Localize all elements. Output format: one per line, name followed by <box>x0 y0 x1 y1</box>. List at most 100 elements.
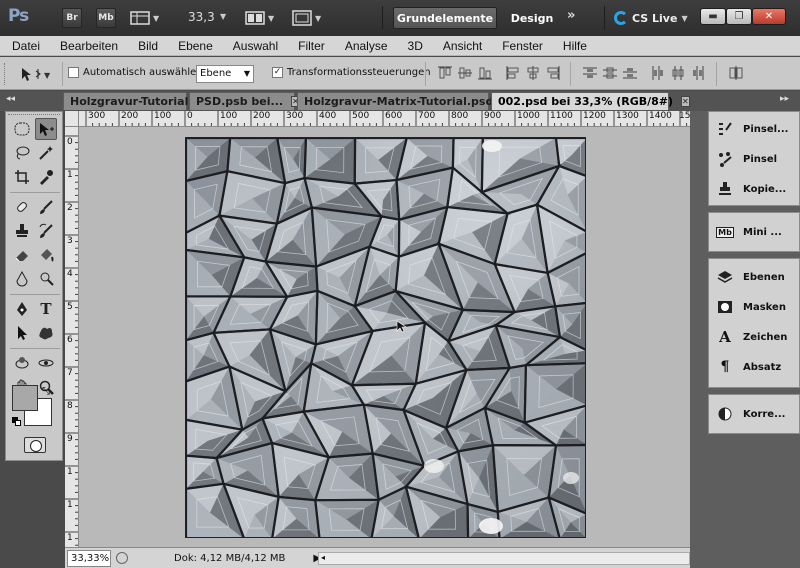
3d-orbit-tool-icon[interactable] <box>35 352 57 374</box>
tool-preset-picker[interactable]: ▼ <box>10 65 60 83</box>
menu-analyse[interactable]: Analyse <box>333 39 396 53</box>
view-extras-button[interactable]: ▼ <box>130 9 164 27</box>
menu-filter[interactable]: Filter <box>286 39 333 53</box>
more-workspaces-button[interactable]: » <box>567 8 575 23</box>
expand-panels-icon[interactable]: ▸▸ <box>780 94 789 104</box>
panel-clone-source[interactable]: Kopie... <box>709 174 799 204</box>
align-bottom-icon[interactable] <box>477 65 493 81</box>
auto-select-dropdown[interactable]: Ebene ▼ <box>196 65 254 83</box>
menu-ansicht[interactable]: Ansicht <box>431 39 490 53</box>
paint-bucket-tool-icon[interactable] <box>35 244 57 266</box>
align-right-icon[interactable] <box>545 65 561 81</box>
transform-controls-checkbox[interactable] <box>272 67 283 78</box>
move-tool-icon[interactable] <box>35 118 57 140</box>
pen-tool-icon[interactable] <box>11 298 33 320</box>
chevron-down-icon[interactable]: ▼ <box>220 12 226 21</box>
dodge-tool-icon[interactable] <box>35 268 57 290</box>
ruler-origin[interactable] <box>65 111 79 127</box>
zoom-field[interactable]: 33,33% <box>67 549 111 567</box>
menu-bild[interactable]: Bild <box>126 39 166 53</box>
minibridge-button[interactable]: Mb <box>96 8 116 28</box>
bridge-button[interactable]: Br <box>62 8 82 28</box>
divider <box>10 192 60 193</box>
distribute-horizontal-center-icon[interactable] <box>670 65 686 81</box>
menu-ebene[interactable]: Ebene <box>166 39 221 53</box>
magic-wand-tool-icon[interactable] <box>35 142 57 164</box>
menu-3d[interactable]: 3D <box>396 39 431 53</box>
panel-minibridge[interactable]: Mb Mini ... <box>709 217 799 247</box>
options-grip[interactable] <box>4 63 6 85</box>
swap-colors-icon[interactable]: ⤡ <box>42 386 50 397</box>
clone-stamp-tool-icon[interactable] <box>11 220 33 242</box>
healing-brush-tool-icon[interactable] <box>11 196 33 218</box>
panel-brushes[interactable]: Pinsel <box>709 144 799 174</box>
screen-mode-button[interactable]: ▼ <box>292 9 326 27</box>
ruler-horizontal[interactable]: 300 200 100 0 100 200 300 400 500 600 70… <box>65 111 690 127</box>
panel-label: Korre... <box>743 408 786 420</box>
distribute-top-icon[interactable] <box>582 65 598 81</box>
minimize-button[interactable]: ▬ <box>700 8 726 25</box>
close-window-button[interactable]: ✕ <box>752 8 786 25</box>
collapse-toolbox-icon[interactable]: ◂◂ <box>6 94 15 104</box>
document-artwork[interactable] <box>185 137 586 538</box>
ruler-label: 500 <box>352 111 370 121</box>
path-selection-tool-icon[interactable] <box>11 322 33 344</box>
default-colors-icon[interactable] <box>12 417 21 426</box>
distribute-right-icon[interactable] <box>690 65 706 81</box>
stone-texture-image <box>186 138 585 537</box>
marquee-tool-icon[interactable] <box>11 118 33 140</box>
history-brush-tool-icon[interactable] <box>35 220 57 242</box>
quick-mask-icon[interactable] <box>24 437 46 453</box>
auto-select-checkbox[interactable] <box>68 67 79 78</box>
cs-live-button[interactable]: CS Live ▼ <box>614 8 688 28</box>
panel-paragraph[interactable]: ¶ Absatz <box>709 352 799 382</box>
menu-datei[interactable]: Datei <box>0 39 48 53</box>
status-info-icon[interactable] <box>116 552 128 564</box>
divider <box>382 6 383 30</box>
lasso-tool-icon[interactable] <box>11 142 33 164</box>
custom-shape-tool-icon[interactable] <box>35 322 57 344</box>
auto-align-layers-icon[interactable] <box>728 65 744 81</box>
eraser-tool-icon[interactable] <box>11 244 33 266</box>
foreground-color-swatch[interactable] <box>12 385 38 411</box>
brush-tool-icon[interactable] <box>35 196 57 218</box>
panel-layers[interactable]: Ebenen <box>709 262 799 292</box>
tab-holzgravur-matrix-tutorial[interactable]: Holzgravur-Matrix-Tutorial.psd ✕ <box>297 92 511 110</box>
tab-holzgravur-tutorial[interactable]: Holzgravur-Tutorial ✕ <box>63 92 206 110</box>
menu-fenster[interactable]: Fenster <box>490 39 551 53</box>
scroll-left-icon[interactable]: ◂ <box>321 553 325 562</box>
crop-tool-icon[interactable] <box>11 166 33 188</box>
workspace-grundelemente-button[interactable]: Grundelemente <box>393 7 497 29</box>
close-icon[interactable]: ✕ <box>681 96 690 107</box>
align-horizontal-center-icon[interactable] <box>525 65 541 81</box>
blur-tool-icon[interactable] <box>11 268 33 290</box>
distribute-bottom-icon[interactable] <box>622 65 638 81</box>
auto-select-label: Automatisch auswählen: <box>83 67 206 78</box>
panel-masks[interactable]: Masken <box>709 292 799 322</box>
distribute-left-icon[interactable] <box>650 65 666 81</box>
align-vertical-center-icon[interactable] <box>457 65 473 81</box>
auto-select-option[interactable]: Automatisch auswählen: <box>68 67 206 78</box>
panel-character[interactable]: A Zeichen <box>709 322 799 352</box>
type-tool-icon[interactable]: T <box>35 298 57 320</box>
zoom-level[interactable]: 33,3 <box>188 10 215 24</box>
workspace-design-button[interactable]: Design <box>504 7 560 29</box>
transform-controls-option[interactable]: Transformationssteuerungen <box>272 67 431 78</box>
tab-psd-psb[interactable]: PSD.psb bei... ✕ <box>189 92 300 110</box>
panel-adjustments[interactable]: Korre... <box>709 399 799 429</box>
menu-bearbeiten[interactable]: Bearbeiten <box>48 39 126 53</box>
eyedropper-tool-icon[interactable] <box>35 166 57 188</box>
3d-rotate-tool-icon[interactable] <box>11 352 33 374</box>
menu-hilfe[interactable]: Hilfe <box>551 39 595 53</box>
align-top-icon[interactable] <box>437 65 453 81</box>
panel-brush-presets[interactable]: Pinsel... <box>709 114 799 144</box>
distribute-vertical-center-icon[interactable] <box>602 65 618 81</box>
align-left-icon[interactable] <box>505 65 521 81</box>
arrange-documents-button[interactable]: ▼ <box>245 9 279 27</box>
chevron-down-icon: ▼ <box>153 13 160 23</box>
horizontal-scrollbar[interactable]: ◂ <box>318 552 690 565</box>
menu-auswahl[interactable]: Auswahl <box>221 39 286 53</box>
ruler-vertical[interactable]: 0 1 2 3 4 5 6 7 8 9 1 1 1 <box>65 127 79 547</box>
restore-button[interactable]: ❐ <box>726 8 752 25</box>
tab-002-psd-active[interactable]: 002.psd bei 33,3% (RGB/8#) ✕ <box>491 92 690 110</box>
